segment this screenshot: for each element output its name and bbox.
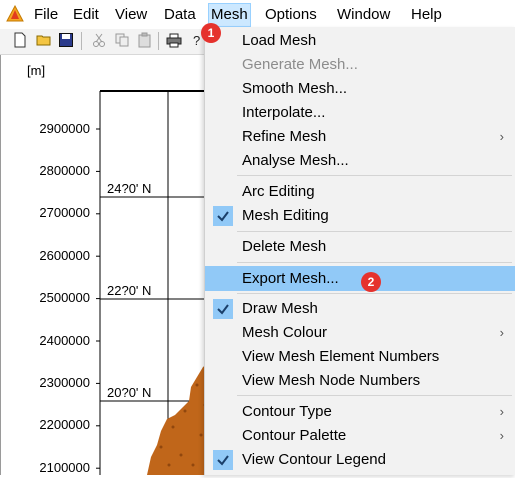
y-tick-label: 2200000 bbox=[39, 417, 90, 432]
menu-item-draw-mesh[interactable]: Draw Mesh bbox=[205, 297, 515, 321]
menu-item-generate-mesh: Generate Mesh... bbox=[242, 56, 358, 73]
menu-item-delete-mesh[interactable]: Delete Mesh bbox=[205, 235, 515, 259]
menu-edit[interactable]: Edit bbox=[73, 5, 99, 25]
map-canvas bbox=[96, 90, 211, 475]
menu-item-smooth-mesh[interactable]: Smooth Mesh... bbox=[205, 77, 515, 101]
y-tick-label: 2900000 bbox=[39, 121, 90, 136]
mesh-menu-dropdown: Load Mesh Generate Mesh... Smooth Mesh..… bbox=[204, 27, 515, 475]
menu-item-mesh-editing[interactable]: Mesh Editing bbox=[205, 204, 515, 228]
menu-view[interactable]: View bbox=[115, 5, 147, 25]
step-badge-1: 1 bbox=[201, 23, 221, 43]
menu-item-arc-editing[interactable]: Arc Editing bbox=[205, 180, 515, 204]
chevron-right-icon: › bbox=[499, 428, 504, 443]
checkmark-icon bbox=[213, 450, 233, 470]
chevron-right-icon: › bbox=[499, 325, 504, 340]
cut-icon[interactable] bbox=[91, 32, 107, 48]
paste-icon[interactable] bbox=[137, 32, 153, 48]
y-axis-ticks bbox=[96, 128, 100, 469]
menu-item-view-contour-legend[interactable]: View Contour Legend bbox=[205, 448, 515, 472]
chevron-right-icon: › bbox=[499, 129, 504, 144]
new-file-icon[interactable] bbox=[12, 32, 28, 48]
print-icon[interactable] bbox=[166, 32, 182, 48]
menu-window[interactable]: Window bbox=[337, 5, 390, 25]
checkmark-icon bbox=[213, 299, 233, 319]
chevron-right-icon: › bbox=[499, 404, 504, 419]
menu-item-contour-type[interactable]: Contour Type › bbox=[205, 400, 515, 424]
menu-separator bbox=[237, 231, 512, 232]
y-tick-label: 2600000 bbox=[39, 248, 90, 263]
svg-text:?: ? bbox=[193, 33, 200, 48]
menu-item-interpolate[interactable]: Interpolate... bbox=[205, 101, 515, 125]
y-tick-label: 2800000 bbox=[39, 163, 90, 178]
y-tick-label: 2500000 bbox=[39, 290, 90, 305]
menu-item-analyse-mesh[interactable]: Analyse Mesh... bbox=[205, 149, 515, 173]
menu-item-refine-mesh[interactable]: Refine Mesh › bbox=[205, 125, 515, 149]
y-tick-label: 2100000 bbox=[39, 460, 90, 475]
latitude-label: 22?0' N bbox=[107, 283, 152, 298]
copy-icon[interactable] bbox=[114, 32, 130, 48]
map-view[interactable]: [m] 2900000 2800000 2700000 2600000 2500… bbox=[0, 55, 211, 475]
menu-item-mesh-colour[interactable]: Mesh Colour › bbox=[205, 321, 515, 345]
terrain-mesh bbox=[147, 361, 211, 475]
y-tick-label: 2400000 bbox=[39, 333, 90, 348]
menu-item-view-node-numbers[interactable]: View Mesh Node Numbers bbox=[205, 369, 515, 393]
menu-item-load-mesh[interactable]: Load Mesh bbox=[205, 29, 515, 53]
y-tick-label: 2300000 bbox=[39, 375, 90, 390]
step-badge-2: 2 bbox=[361, 272, 381, 292]
menu-separator bbox=[237, 262, 512, 263]
latitude-label: 24?0' N bbox=[107, 181, 152, 196]
menu-options[interactable]: Options bbox=[265, 5, 317, 25]
open-folder-icon[interactable] bbox=[36, 32, 52, 48]
latitude-label: 20?0' N bbox=[107, 385, 152, 400]
menu-separator bbox=[237, 293, 512, 294]
menu-data[interactable]: Data bbox=[164, 5, 196, 25]
menu-item-export-mesh[interactable]: Export Mesh... bbox=[205, 266, 515, 291]
menu-bar: File Edit View Data Mesh Options Window … bbox=[0, 0, 515, 29]
y-tick-label: 2700000 bbox=[39, 205, 90, 220]
app-icon bbox=[6, 5, 24, 22]
menu-help[interactable]: Help bbox=[411, 5, 442, 25]
menu-item-contour-palette[interactable]: Contour Palette › bbox=[205, 424, 515, 448]
menu-item-view-element-numbers[interactable]: View Mesh Element Numbers bbox=[205, 345, 515, 369]
toolbar: ? bbox=[0, 29, 210, 55]
checkmark-icon bbox=[213, 206, 233, 226]
save-icon[interactable] bbox=[58, 32, 74, 48]
menu-separator bbox=[237, 175, 512, 176]
menu-separator bbox=[237, 395, 512, 396]
menu-file[interactable]: File bbox=[34, 5, 58, 25]
